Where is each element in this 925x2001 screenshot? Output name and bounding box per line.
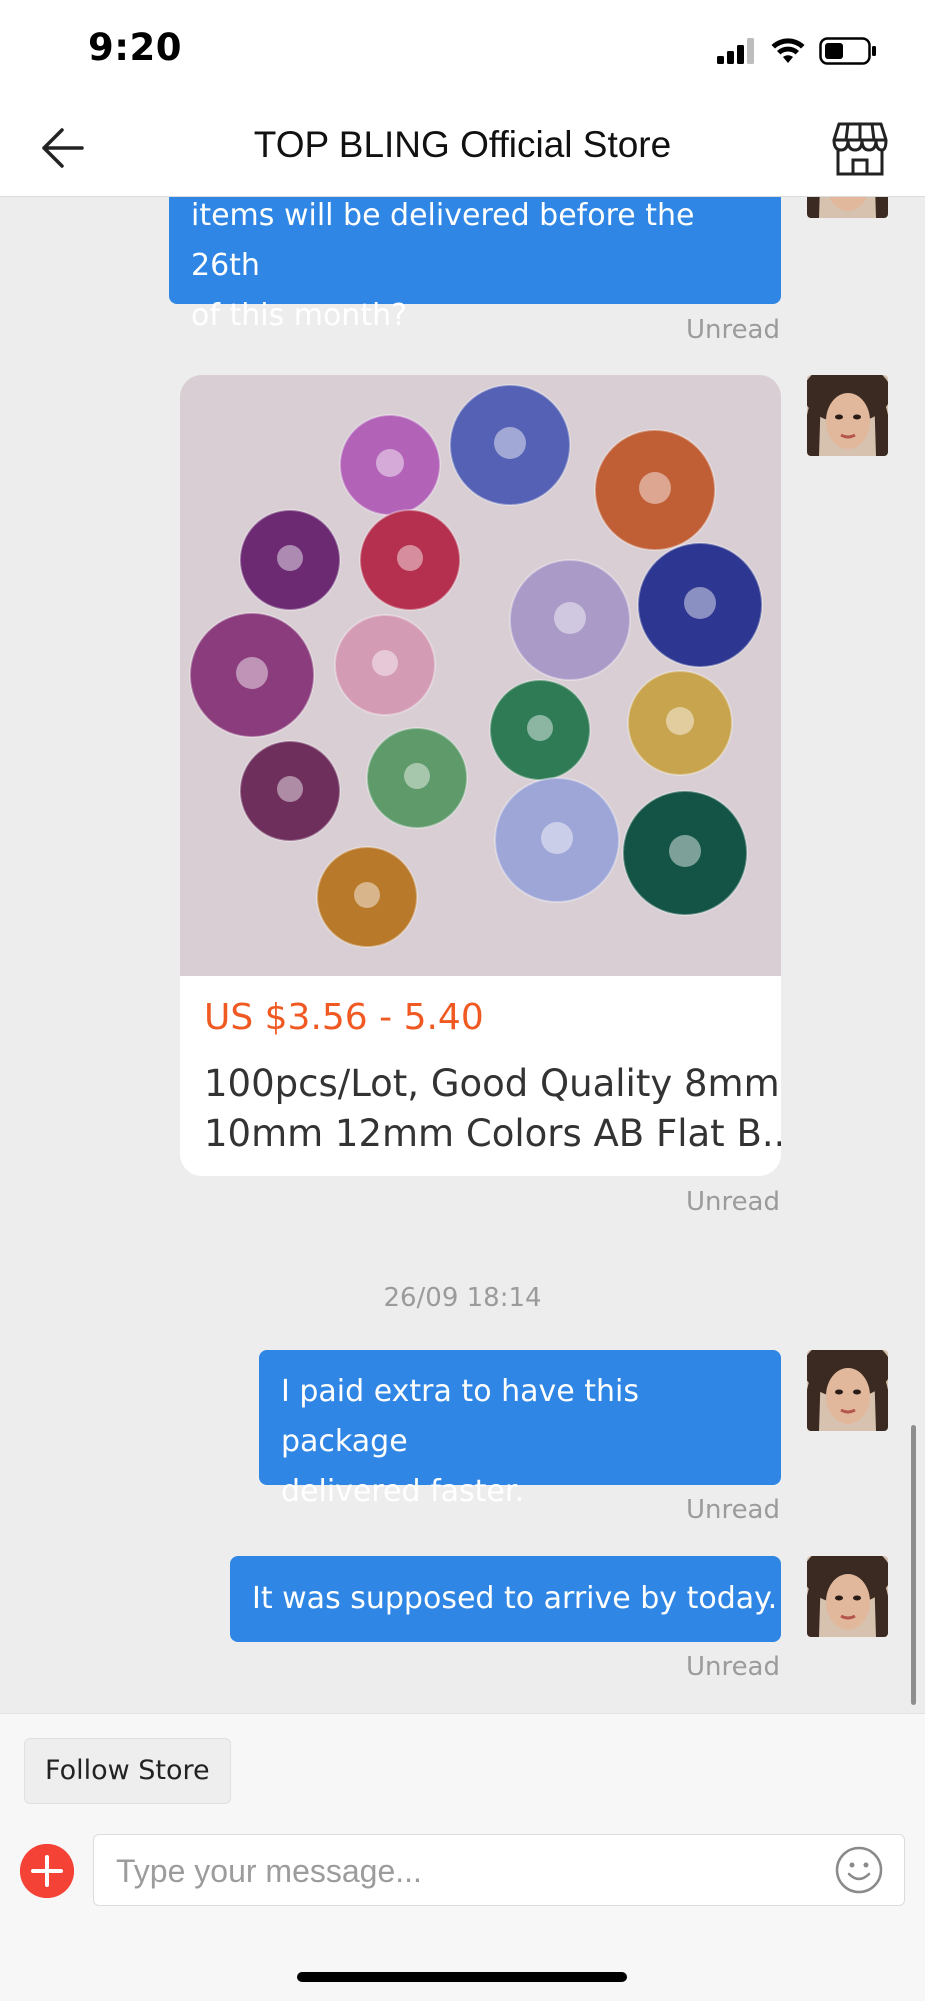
chat-header: TOP BLING Official Store	[0, 100, 925, 197]
wifi-icon	[771, 38, 805, 63]
unread-status: Unread	[685, 1495, 780, 1525]
unread-status: Unread	[685, 1187, 780, 1217]
message-composer: Follow Store	[0, 1713, 925, 2001]
storefront-icon	[832, 122, 888, 176]
message-bubble[interactable]: items will be delivered before the 26th …	[169, 197, 781, 333]
avatar-photo	[807, 197, 888, 218]
message-text-line: I paid extra to have this package	[281, 1374, 639, 1459]
cellular-signal-icon	[717, 38, 754, 64]
store-button[interactable]	[831, 120, 889, 178]
unread-status: Unread	[685, 315, 780, 345]
emoji-button[interactable]	[834, 1845, 884, 1895]
follow-store-button[interactable]: Follow Store	[24, 1738, 231, 1804]
status-time: 9:20	[88, 26, 183, 69]
smiley-icon	[835, 1846, 883, 1894]
message-text-line: It was supposed to arrive by today.	[252, 1581, 778, 1616]
avatar[interactable]	[807, 1556, 888, 1637]
avatar[interactable]	[807, 375, 888, 456]
message-text-line: items will be delivered before the 26th	[191, 198, 695, 283]
battery-icon	[819, 37, 876, 65]
product-image[interactable]	[180, 375, 781, 976]
product-title: 100pcs/Lot, Good Quality 8mm 10mm 12mm C…	[204, 1059, 781, 1159]
home-indicator[interactable]	[297, 1972, 627, 1982]
unread-status: Unread	[685, 1652, 780, 1682]
avatar-photo	[807, 1350, 888, 1431]
status-bar: 9:20	[0, 0, 925, 100]
avatar[interactable]	[807, 197, 888, 218]
rhinestones-photo	[180, 375, 781, 976]
message-bubble[interactable]: It was supposed to arrive by today.	[230, 1556, 781, 1642]
avatar[interactable]	[807, 1350, 888, 1431]
message-input-container[interactable]	[93, 1834, 905, 1907]
product-card[interactable]: US $3.56 - 5.40 100pcs/Lot, Good Quality…	[180, 375, 781, 1176]
message-bubble[interactable]: I paid extra to have this package delive…	[259, 1350, 781, 1509]
date-stamp: 26/09 18:14	[383, 1283, 542, 1313]
avatar-photo	[807, 1556, 888, 1637]
chat-message-list[interactable]: items will be delivered before the 26th …	[0, 197, 925, 1713]
add-attachment-button[interactable]	[20, 1844, 74, 1898]
product-title-line: 10mm 12mm Colors AB Flat B...	[204, 1112, 781, 1155]
message-input[interactable]	[114, 1835, 818, 1907]
status-icons	[717, 34, 877, 68]
message-text-line: of this month?	[191, 298, 408, 333]
chat-scrollbar[interactable]	[911, 1425, 916, 1705]
avatar-photo	[807, 375, 888, 456]
product-price: US $3.56 - 5.40	[204, 997, 484, 1038]
plus-circle-icon	[20, 1844, 74, 1898]
product-title-line: 100pcs/Lot, Good Quality 8mm	[204, 1062, 780, 1105]
page-title: TOP BLING Official Store	[253, 124, 672, 165]
